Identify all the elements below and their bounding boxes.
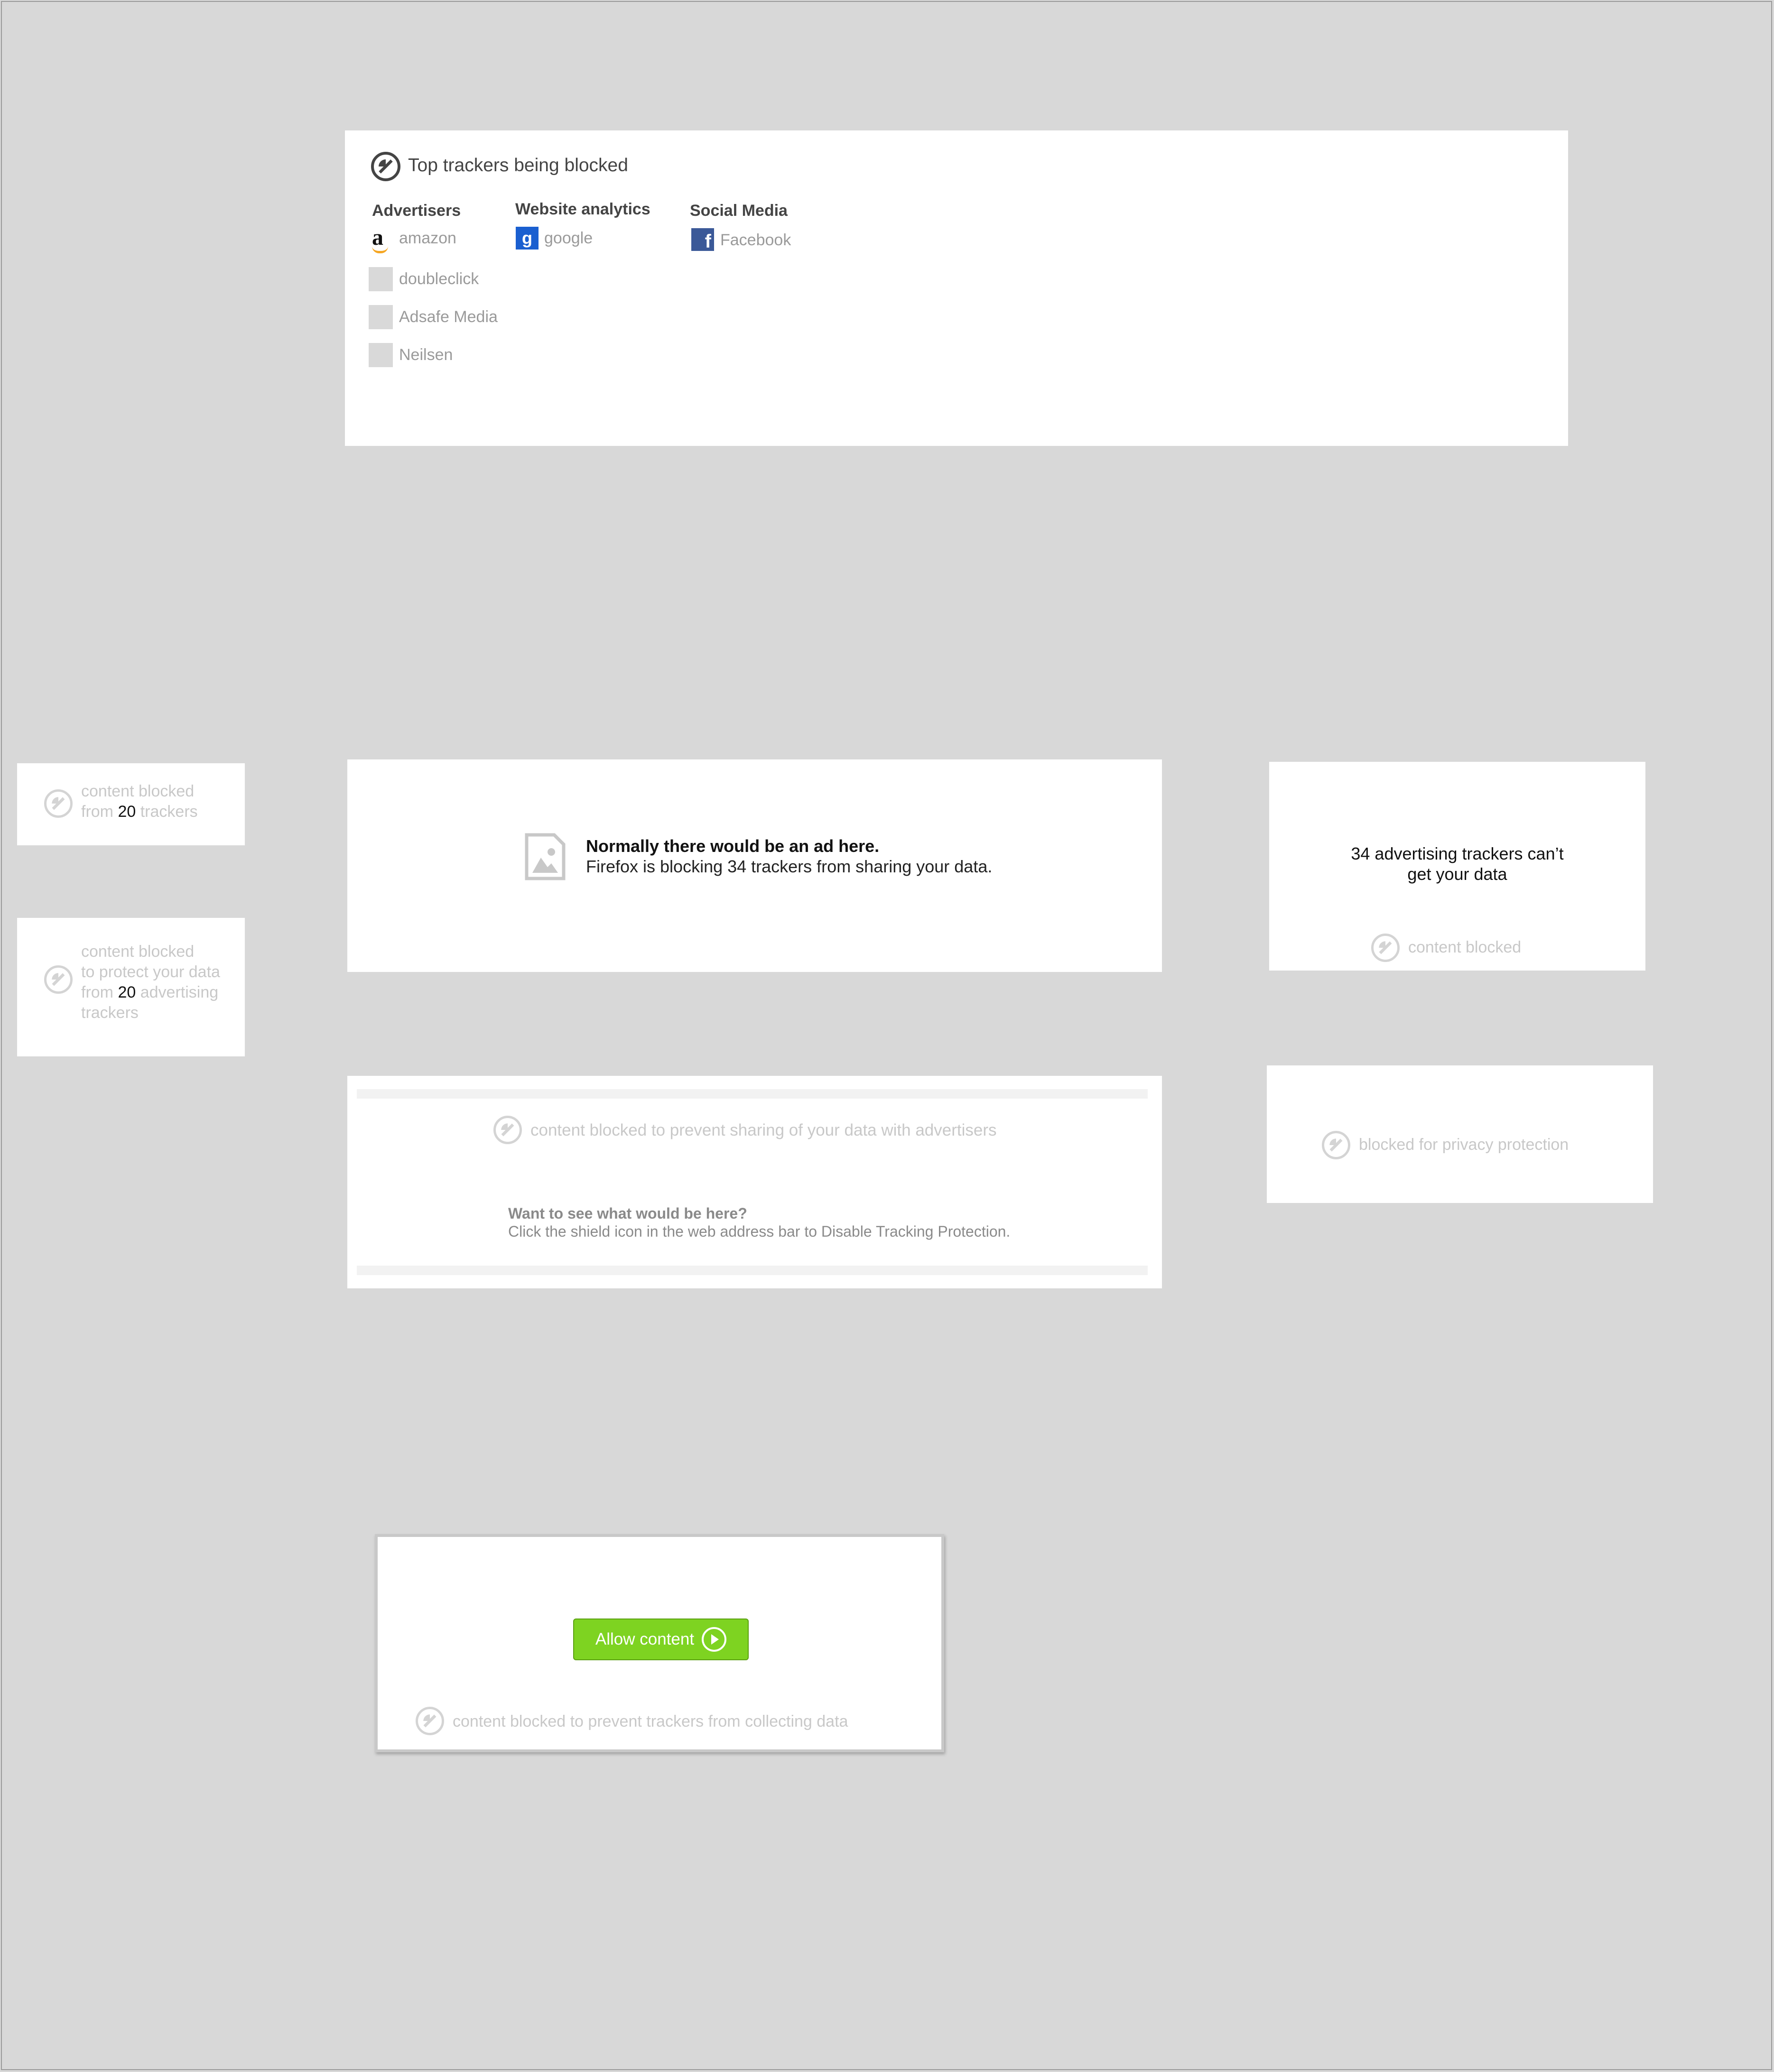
sharing-blocked-text: content blocked to prevent sharing of yo… <box>530 1121 997 1139</box>
privacy-protection-card: blocked for privacy protection <box>1267 1065 1653 1203</box>
line-1: content blocked <box>81 943 195 961</box>
line-4: trackers <box>81 1004 139 1022</box>
message-line-1: 34 advertising trackers can’t <box>1351 844 1564 863</box>
neilsen-logo-icon <box>369 343 393 367</box>
facebook-logo-icon: f <box>691 228 714 252</box>
amazon-smile-icon <box>372 246 388 253</box>
shield-icon <box>416 1707 444 1735</box>
tracker-facebook: Facebook <box>720 231 791 249</box>
allow-content-card: Allow content content blocked to prevent… <box>375 1534 944 1752</box>
column-heading-social: Social Media <box>690 202 788 220</box>
column-heading-advertisers: Advertisers <box>372 202 461 220</box>
adsafe-logo-icon <box>369 305 393 329</box>
panel-title: Top trackers being blocked <box>408 155 628 176</box>
line-2: to protect your data <box>81 963 220 981</box>
ad-heading: Normally there would be an ad here. <box>586 836 880 856</box>
tracker-amazon: amazon <box>399 229 456 247</box>
image-placeholder-icon <box>525 833 566 880</box>
tracker-google: google <box>544 229 593 247</box>
google-logo-icon: g <box>516 227 539 250</box>
shield-icon <box>44 789 73 818</box>
top-trackers-panel: Top trackers being blocked Advertisers W… <box>345 130 1568 446</box>
doubleclick-logo-icon <box>369 267 393 291</box>
shield-icon <box>493 1116 522 1144</box>
allow-content-label: Allow content <box>595 1630 695 1648</box>
top-divider <box>357 1089 1148 1099</box>
see-content-question: Want to see what would be here? <box>508 1205 747 1222</box>
bottom-divider <box>357 1266 1148 1275</box>
message-line-2: get your data <box>1407 864 1507 884</box>
small-blocked-card: content blocked from 20 trackers <box>17 763 245 845</box>
blocked-line-1: content blocked <box>81 782 195 800</box>
line-3-prefix: from <box>81 983 118 1001</box>
tracker-count: 20 <box>118 983 136 1001</box>
shield-icon <box>371 152 400 181</box>
line-3-suffix: advertising <box>136 983 219 1001</box>
blocked-text: content blocked from 20 trackers <box>81 781 198 822</box>
shield-icon <box>44 965 73 994</box>
shield-icon <box>1371 934 1400 962</box>
shield-icon <box>1322 1131 1350 1159</box>
blocked-line-2-suffix: trackers <box>136 803 198 821</box>
sharing-blocked-card: content blocked to prevent sharing of yo… <box>347 1076 1162 1288</box>
protect-data-card: content blocked to protect your data fro… <box>17 918 245 1056</box>
ad-body: Firefox is blocking 34 trackers from sha… <box>586 857 993 876</box>
disable-instructions: Click the shield icon in the web address… <box>508 1223 1011 1240</box>
message-text: 34 advertising trackers can’t get your d… <box>1269 843 1645 884</box>
allow-content-button[interactable]: Allow content <box>573 1619 749 1660</box>
tracker-neilsen: Neilsen <box>399 346 453 364</box>
blocked-line-2-prefix: from <box>81 803 118 821</box>
tracker-doubleclick: doubleclick <box>399 270 479 288</box>
privacy-blocked-text: blocked for privacy protection <box>1359 1136 1569 1154</box>
trackers-cant-get-data-card: 34 advertising trackers can’t get your d… <box>1269 762 1645 971</box>
column-heading-analytics: Website analytics <box>515 200 650 218</box>
blocked-text: content blocked to protect your data fro… <box>81 942 220 1023</box>
tracker-adsafe: Adsafe Media <box>399 308 498 326</box>
tracker-count: 20 <box>118 803 136 821</box>
play-icon <box>702 1627 727 1652</box>
ad-placeholder-card: Normally there would be an ad here. Fire… <box>347 759 1162 972</box>
content-blocked-label: content blocked <box>1408 938 1522 956</box>
collecting-blocked-text: content blocked to prevent trackers from… <box>453 1712 848 1730</box>
